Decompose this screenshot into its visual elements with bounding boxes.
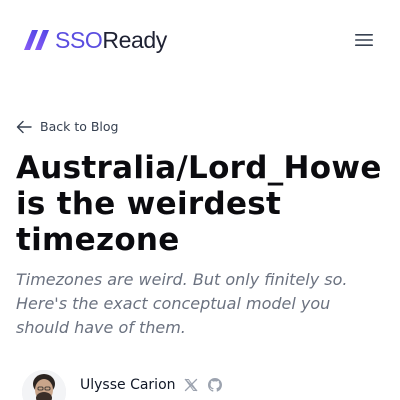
- author-photo: [22, 370, 66, 400]
- ssoready-logo[interactable]: SSO Ready: [24, 26, 167, 54]
- logo-wordmark-prefix: SSO: [55, 26, 103, 53]
- logo-wordmark-suffix: Ready: [102, 26, 167, 53]
- logo-wordmark: SSO Ready: [55, 26, 167, 53]
- slash-marks-logo-icon: [24, 30, 49, 50]
- github-icon[interactable]: [208, 378, 222, 392]
- x-icon[interactable]: [184, 378, 198, 392]
- article-subtitle: Timezones are weird. But only finitely s…: [16, 270, 348, 337]
- hamburger-menu-glyph: [355, 34, 373, 46]
- article-title: Australia/Lord_Howe is the weirdest time…: [16, 150, 382, 258]
- back-to-blog-label: Back to Blog: [40, 119, 119, 134]
- avatar: [22, 370, 66, 400]
- back-to-blog-link[interactable]: Back to Blog: [16, 119, 118, 134]
- arrow-left-icon: [16, 120, 32, 133]
- site-header: SSO Ready: [0, 0, 400, 80]
- author-name: Ulysse Carion: [80, 377, 176, 393]
- blog-post-page: SSO Ready Back to Blog Australia/Lord_Ho…: [0, 0, 400, 400]
- hamburger-menu-icon[interactable]: [350, 28, 378, 52]
- author-byline: Ulysse Carion: [16, 366, 396, 400]
